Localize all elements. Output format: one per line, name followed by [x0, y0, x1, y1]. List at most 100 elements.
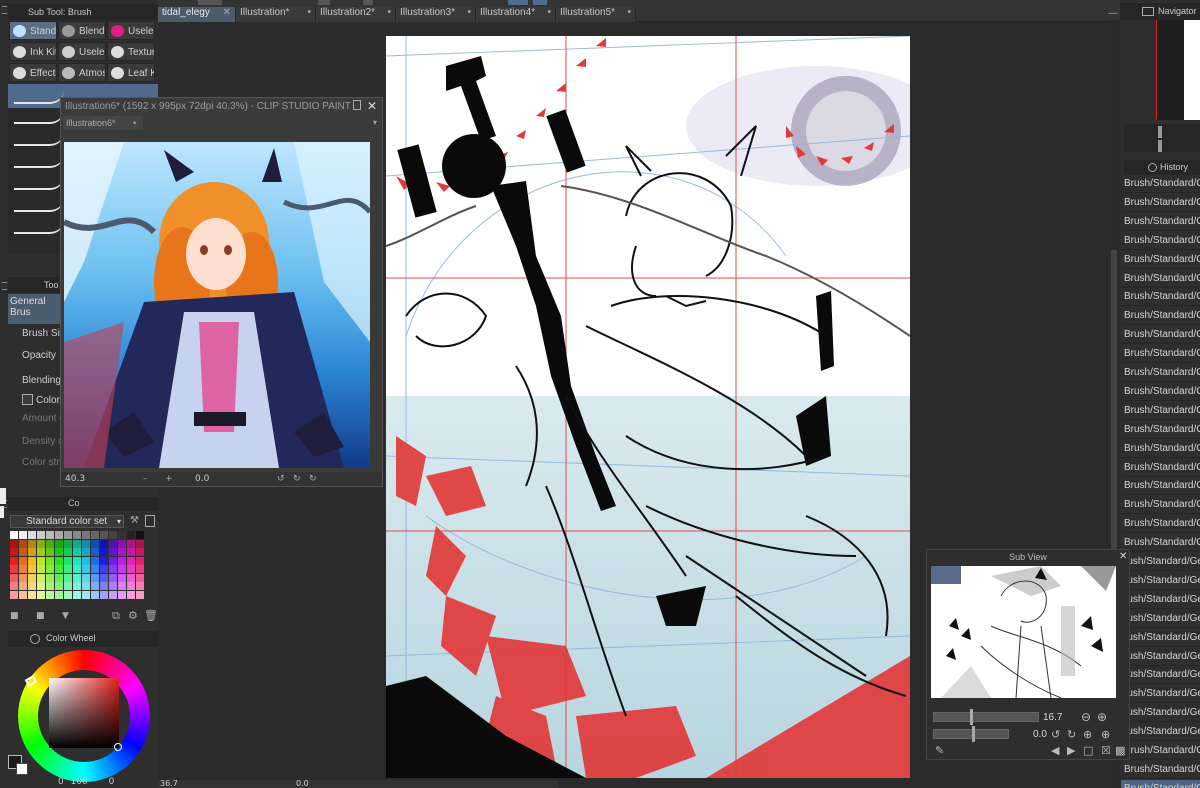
color-swatch[interactable] [100, 582, 108, 590]
color-swatch[interactable] [136, 582, 144, 590]
history-entry[interactable]: Brush/Standard/Ge [1121, 232, 1200, 250]
sub-view-rotate-knob[interactable] [972, 726, 975, 742]
color-swatch[interactable] [109, 548, 117, 556]
navigator-preview[interactable] [1156, 20, 1200, 120]
close-tab-icon[interactable]: • [133, 116, 136, 130]
color-swatch[interactable] [55, 548, 63, 556]
history-entry[interactable]: rush/Standard/Ge [1121, 704, 1200, 723]
sub-color-swatch[interactable] [16, 763, 28, 775]
history-entry[interactable]: Brush/Standard/Ge [1121, 364, 1200, 382]
rotate-left-icon[interactable]: ↺ [1051, 728, 1060, 741]
close-tab-icon[interactable]: • [627, 7, 631, 18]
history-entry[interactable]: Brush/Standard/Ge [1121, 345, 1200, 364]
close-tab-icon[interactable]: • [307, 7, 311, 18]
toolbar-icon-active[interactable] [508, 0, 528, 5]
history-entry[interactable]: Brush/Standard/Ge [1121, 383, 1200, 401]
color-swatch[interactable] [37, 573, 45, 582]
color-swatch[interactable] [37, 565, 45, 573]
color-swatch[interactable] [46, 573, 54, 582]
saturation-value-square[interactable] [49, 678, 119, 748]
zoom-in-icon[interactable]: + [165, 472, 173, 486]
subtool-group-button[interactable]: Effects [9, 63, 57, 82]
close-tab-icon[interactable]: • [467, 7, 471, 18]
history-entry[interactable]: Brush/Standard/Ge [1121, 779, 1200, 788]
color-swatch[interactable] [37, 582, 45, 590]
color-swatch[interactable] [127, 556, 135, 565]
color-swatch[interactable] [136, 556, 144, 565]
color-swatch[interactable] [118, 548, 126, 556]
settings-icon[interactable]: ⚙ [128, 609, 138, 622]
color-swatch[interactable] [127, 548, 135, 556]
add-color-icon[interactable]: ■ [10, 611, 19, 621]
import-icon[interactable]: ⊕ [1101, 728, 1110, 741]
color-swatch[interactable] [91, 590, 99, 599]
color-swatch[interactable] [100, 556, 108, 565]
color-swatch[interactable] [28, 582, 36, 590]
history-entry[interactable]: rush/Standard/Ge [1121, 629, 1200, 647]
subtool-group-button[interactable]: Stand [9, 21, 57, 40]
color-swatch[interactable] [64, 582, 72, 590]
color-swatch[interactable] [37, 539, 45, 548]
color-swatch[interactable] [100, 531, 108, 539]
color-swatch[interactable] [10, 565, 18, 573]
sub-view-zoom-value[interactable]: 16.7 [1043, 712, 1062, 723]
color-swatch[interactable] [28, 565, 36, 573]
history-entry[interactable]: Brush/Standard/Ge [1121, 326, 1200, 345]
subtool-group-button[interactable]: Leaf K [107, 63, 155, 82]
color-set-select[interactable]: Standard color set ▾ [10, 515, 124, 528]
color-swatch[interactable] [109, 590, 117, 599]
history-entry[interactable]: rush/Standard/Ge [1121, 723, 1200, 742]
subtool-group-button[interactable]: Atmos [58, 63, 106, 82]
color-swatch[interactable] [10, 590, 18, 599]
color-swatch[interactable] [55, 582, 63, 590]
brush-preset-preview[interactable]: General Brus [8, 294, 60, 324]
subtool-group-button[interactable]: Ink Kit [9, 42, 57, 61]
sub-view-image[interactable] [931, 566, 1116, 698]
color-swatch[interactable] [118, 531, 126, 539]
sub-view-rotation-value[interactable]: 0.0 [1033, 729, 1047, 740]
trash-icon[interactable]: ▩ [1115, 744, 1125, 757]
history-entry[interactable]: Brush/Standard/Ge [1121, 459, 1200, 477]
color-swatch[interactable] [127, 539, 135, 548]
wrench-icon[interactable]: ⚒ [130, 515, 140, 527]
color-swatch[interactable] [136, 590, 144, 599]
color-swatch[interactable] [100, 565, 108, 573]
color-swatch[interactable] [10, 582, 18, 590]
panel-menu-icon[interactable] [2, 282, 7, 290]
document-tab[interactable]: Illustration4* • [476, 7, 556, 22]
sub-view-rotate-slider[interactable] [933, 726, 1009, 742]
color-swatch[interactable] [118, 590, 126, 599]
subtool-group-button[interactable]: Blend [58, 21, 106, 40]
color-swatch[interactable] [91, 556, 99, 565]
history-entry[interactable]: Brush/Standard/Ge [1121, 477, 1200, 496]
rotate-right-icon[interactable]: ↻ [1067, 728, 1076, 741]
toolbar-icon[interactable] [198, 0, 222, 5]
color-swatch[interactable] [109, 573, 117, 582]
history-entry[interactable]: rush/Standard/Ge [1121, 685, 1200, 704]
color-swatch[interactable] [118, 539, 126, 548]
color-swatch[interactable] [82, 548, 90, 556]
sub-view-zoom-knob[interactable] [970, 709, 973, 725]
canvas-rotation[interactable]: 0.0 [296, 780, 309, 788]
color-swatch[interactable] [82, 565, 90, 573]
color-swatch[interactable] [46, 556, 54, 565]
color-swatch[interactable] [19, 582, 27, 590]
document-tab[interactable]: Illustration5* • [556, 7, 636, 22]
color-swatch[interactable] [82, 573, 90, 582]
navigator-zoom-knob[interactable] [1158, 126, 1162, 138]
history-entry[interactable]: Brush/Standard/Ge [1121, 534, 1200, 553]
color-set-tab[interactable]: Co [68, 498, 80, 508]
reset-icon[interactable]: ⊕ [1083, 728, 1092, 741]
rotate-right-icon[interactable]: ↻ [293, 472, 301, 486]
color-swatch[interactable] [73, 582, 81, 590]
rotate-left-icon[interactable]: ↺ [277, 472, 285, 486]
color-swatch[interactable] [37, 590, 45, 599]
history-entry[interactable]: Brush/Standard/Ge [1121, 761, 1200, 779]
color-swatch[interactable] [82, 556, 90, 565]
previous-icon[interactable]: ◀ [1051, 744, 1059, 757]
color-swatch[interactable] [118, 565, 126, 573]
color-swatch[interactable] [100, 573, 108, 582]
color-swatch[interactable] [64, 565, 72, 573]
color-swatch[interactable] [64, 590, 72, 599]
reset-rotation-icon[interactable]: ↻ [309, 472, 317, 486]
